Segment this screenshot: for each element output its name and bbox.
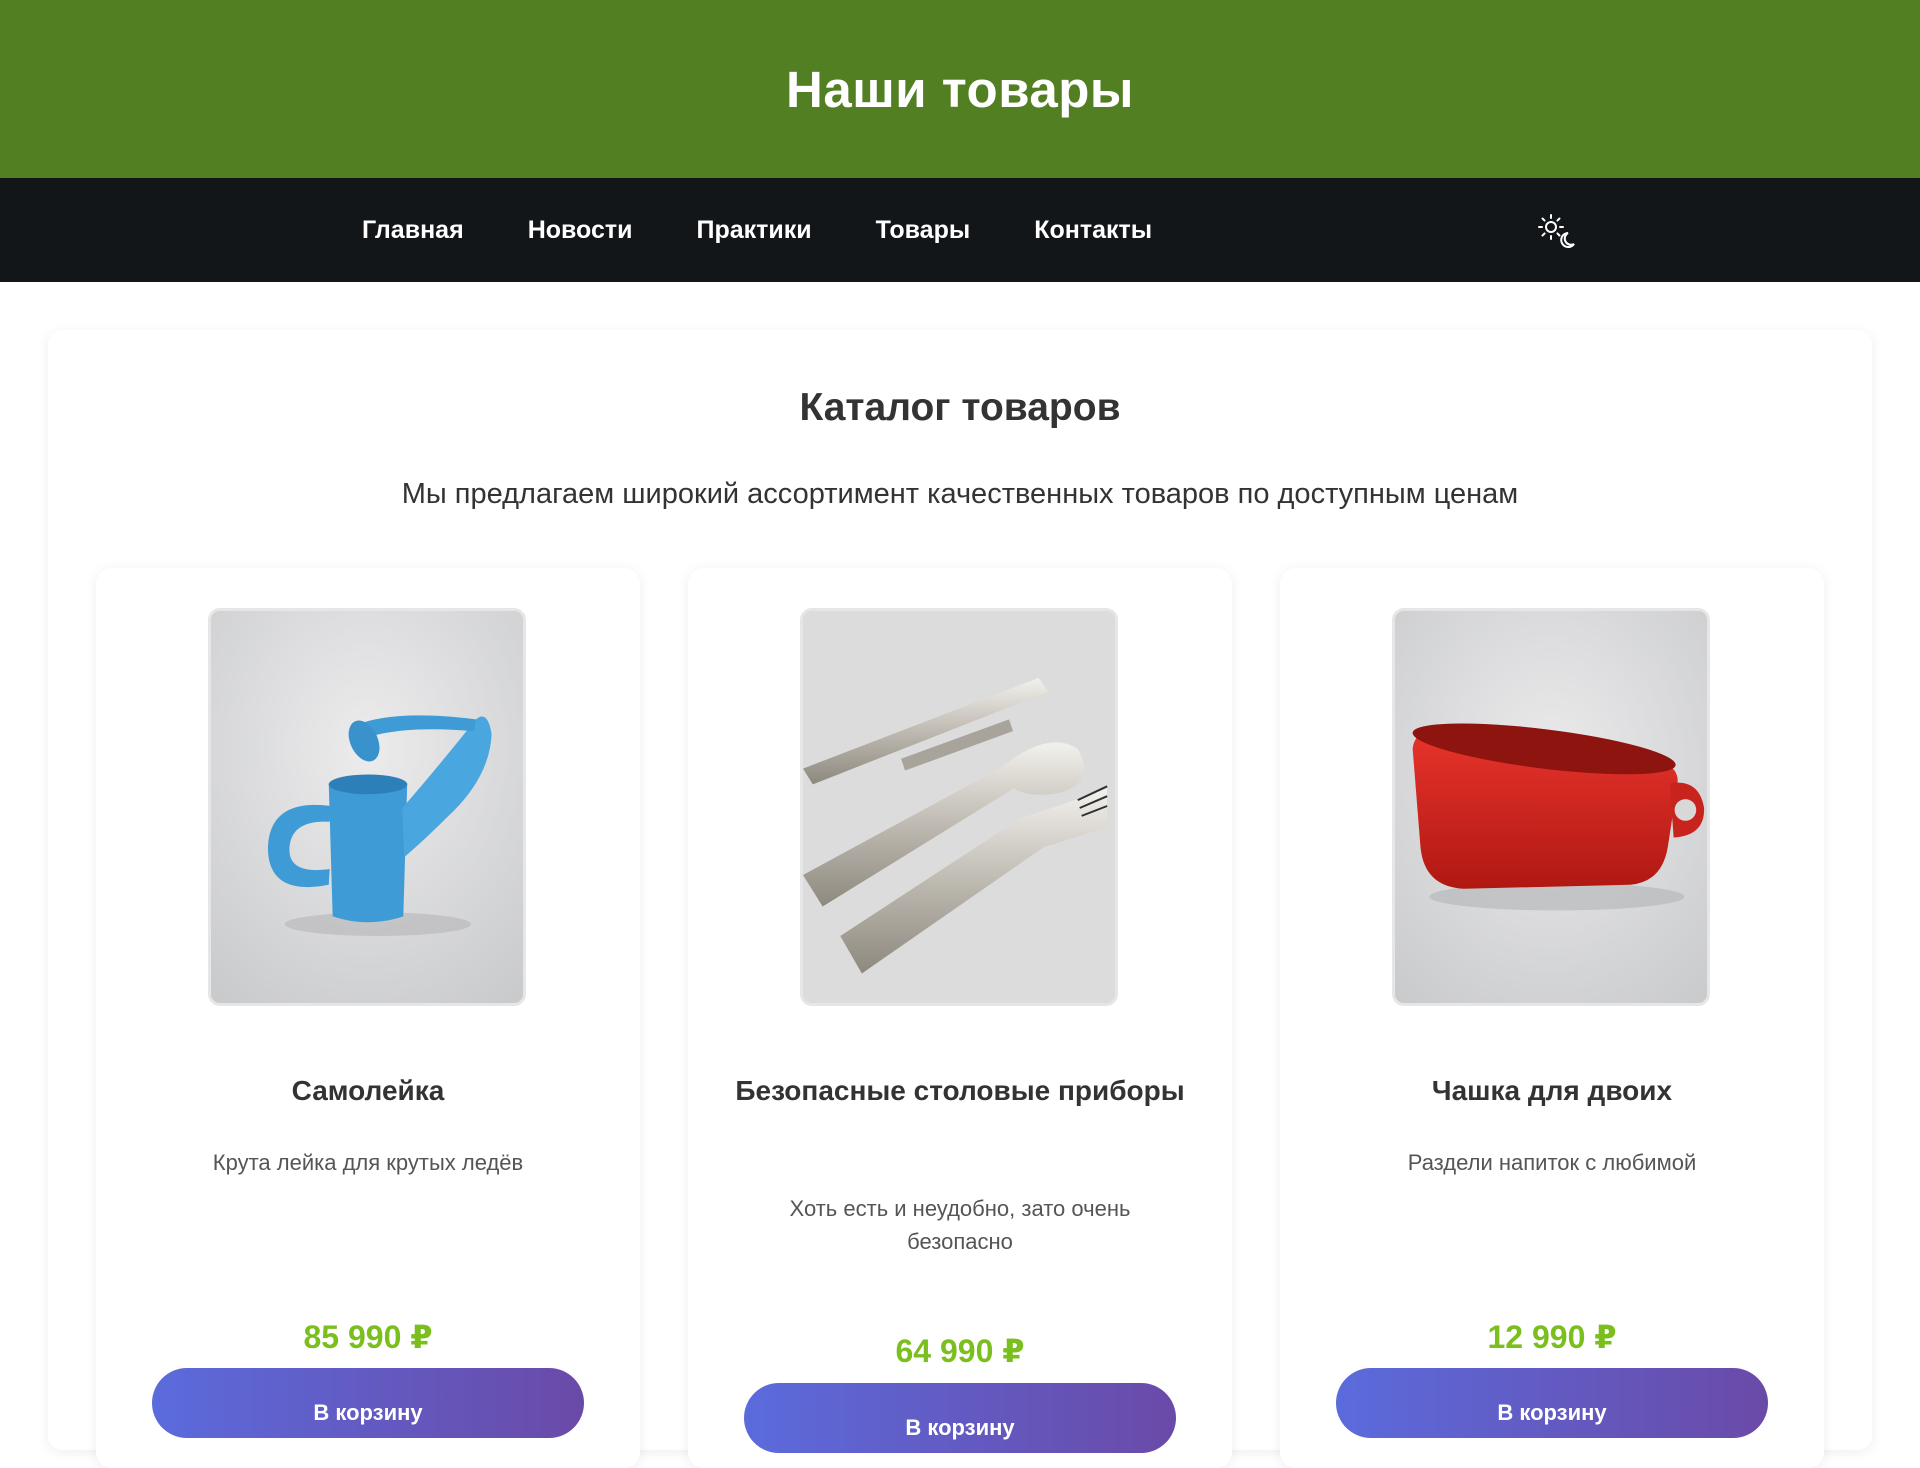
product-price: 85 990 ₽: [303, 1319, 433, 1355]
catalog-section: Каталог товаров Мы предлагаем широкий ас…: [48, 330, 1872, 1468]
nav-items: Главная Новости Практики Товары Контакты: [362, 178, 1216, 282]
main-navigation: Главная Новости Практики Товары Контакты: [0, 178, 1920, 282]
nav-item-practices[interactable]: Практики: [697, 216, 812, 245]
product-price: 12 990 ₽: [1487, 1319, 1617, 1355]
product-description: Раздели напиток с любимой: [1407, 1150, 1697, 1175]
double-cup-image: [1392, 608, 1710, 1006]
watering-can-image: [208, 608, 526, 1006]
add-to-cart-button[interactable]: В корзину: [744, 1383, 1176, 1453]
product-price: 64 990 ₽: [895, 1333, 1025, 1369]
sun-moon-icon: [1538, 214, 1575, 248]
nav-item-home[interactable]: Главная: [362, 216, 464, 245]
nav-item-products[interactable]: Товары: [876, 216, 971, 245]
product-description: Крута лейка для крутых ледёв: [212, 1150, 524, 1175]
product-card-watering-can: Самолейка Крута лейка для крутых ледёв 8…: [96, 568, 640, 1468]
product-card-double-cup: Чашка для двоих Раздели напиток с любимо…: [1280, 568, 1824, 1468]
catalog-subtitle: Мы предлагаем широкий ассортимент качест…: [401, 478, 1519, 510]
nav-item-contacts[interactable]: Контакты: [1034, 216, 1152, 245]
add-to-cart-button[interactable]: В корзину: [1336, 1368, 1768, 1438]
site-header: Наши товары: [0, 0, 1920, 178]
add-to-cart-button[interactable]: В корзину: [152, 1368, 584, 1438]
nav-item-news[interactable]: Новости: [528, 216, 633, 245]
product-name: Безопасные столовые приборы: [735, 1075, 1185, 1106]
product-card-cutlery: Безопасные столовые приборы Хоть есть и …: [688, 568, 1232, 1468]
product-name: Самолейка: [291, 1075, 445, 1106]
theme-toggle-button[interactable]: [1535, 211, 1579, 251]
product-name: Чашка для двоих: [1431, 1075, 1673, 1106]
catalog-title: Каталог товаров: [799, 386, 1121, 429]
cutlery-image: [800, 608, 1118, 1006]
page-title: Наши товары: [786, 60, 1134, 118]
product-description: Хоть есть и неудобно, зато очень безопас…: [789, 1196, 1131, 1254]
